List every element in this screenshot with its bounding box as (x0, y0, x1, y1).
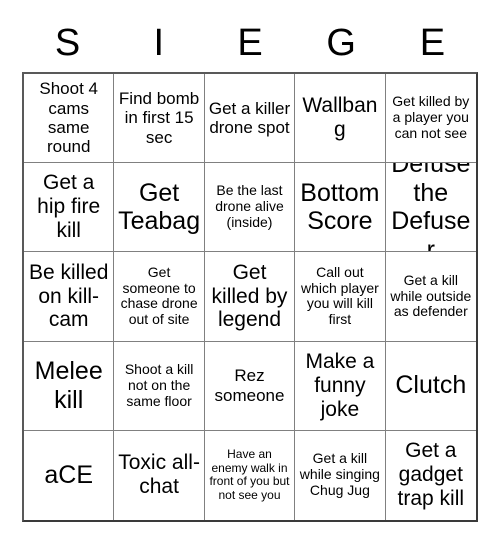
bingo-cell[interactable]: Rez someone (204, 341, 296, 431)
bingo-cell-label: Melee kill (34, 357, 103, 414)
bingo-cell-label: Make a funny joke (305, 349, 375, 421)
bingo-card: S I E G E Shoot 4 cams same round Find b… (22, 14, 478, 522)
bingo-cell-label: Get a hip fire kill (37, 171, 101, 243)
bingo-cell-label: Clutch (395, 371, 467, 400)
bingo-cell[interactable]: Get a kill while outside as defender (385, 252, 476, 342)
bingo-cell-label: Wallbang (302, 94, 378, 142)
bingo-cell[interactable]: Bottom Score (295, 163, 386, 253)
bingo-cell[interactable]: Defuse the Defuser (385, 163, 476, 253)
bingo-cell-label: Get killed by legend (211, 260, 288, 332)
header-letter-4: G (326, 22, 356, 64)
bingo-cell-label: Shoot 4 cams same round (39, 79, 98, 157)
bingo-cell-label: aCE (44, 461, 94, 490)
bingo-cell-label: Get someone to chase drone out of site (120, 263, 198, 328)
bingo-cell[interactable]: Shoot a kill not on the same floor (114, 341, 205, 431)
header-letter-3: E (237, 22, 263, 64)
bingo-cell-label: Get a kill while outside as defender (390, 271, 472, 320)
bingo-cell[interactable]: Shoot 4 cams same round (24, 74, 115, 164)
bingo-cell[interactable]: Get a killer drone spot (204, 74, 296, 164)
bingo-cell-label: Find bomb in first 15 sec (118, 89, 200, 147)
bingo-cell-label: Rez someone (214, 366, 285, 405)
bingo-cell-label: Be the last drone alive (inside) (215, 182, 284, 231)
bingo-cell[interactable]: Get killed by legend (204, 252, 296, 342)
header-letter-2: I (153, 22, 165, 64)
bingo-cell[interactable]: Get someone to chase drone out of site (114, 252, 205, 342)
bingo-cell[interactable]: Call out which player you will kill firs… (295, 252, 386, 342)
bingo-cell[interactable]: Have an enemy walk in front of you but n… (204, 430, 296, 520)
bingo-cell[interactable]: Get killed by a player you can not see (385, 74, 476, 164)
bingo-grid: Shoot 4 cams same round Find bomb in fir… (22, 72, 478, 522)
bingo-cell-label: Get a gadget trap kill (397, 439, 465, 511)
bingo-cell-label: Have an enemy walk in front of you but n… (209, 447, 290, 503)
bingo-cell[interactable]: aCE (24, 430, 115, 520)
bingo-cell-label: Get killed by a player you can not see (392, 93, 470, 142)
bingo-cell[interactable]: Be killed on kill-cam (24, 252, 115, 342)
bingo-cell[interactable]: Wallbang (295, 74, 386, 164)
bingo-header-row: S I E G E (22, 14, 478, 72)
bingo-cell-label: Toxic all-chat (118, 451, 200, 499)
bingo-cell[interactable]: Clutch (385, 341, 476, 431)
bingo-cell-label: Be killed on kill-cam (29, 260, 109, 332)
header-letter-5: E (419, 22, 446, 64)
bingo-cell[interactable]: Get a gadget trap kill (385, 430, 476, 520)
bingo-cell-label: Get Teabag (118, 178, 201, 236)
bingo-cell-label: Shoot a kill not on the same floor (124, 360, 194, 409)
bingo-cell[interactable]: Get a hip fire kill (24, 163, 115, 253)
bingo-cell-label: Get a kill while singing Chug Jug (299, 450, 380, 499)
bingo-cell-label: Call out which player you will kill firs… (300, 263, 379, 328)
bingo-cell[interactable]: Melee kill (24, 341, 115, 431)
bingo-cell[interactable]: Make a funny joke (295, 341, 386, 431)
header-letter-1: S (54, 22, 81, 64)
bingo-cell[interactable]: Get a kill while singing Chug Jug (295, 430, 386, 520)
bingo-cell[interactable]: Find bomb in first 15 sec (114, 74, 205, 164)
bingo-cell-label: Get a killer drone spot (208, 98, 291, 138)
bingo-cell-label: Defuse the Defuser (391, 163, 471, 253)
bingo-cell[interactable]: Toxic all-chat (114, 430, 205, 520)
bingo-cell[interactable]: Get Teabag (114, 163, 205, 253)
bingo-cell-label: Bottom Score (300, 178, 380, 236)
bingo-cell[interactable]: Be the last drone alive (inside) (204, 163, 296, 253)
